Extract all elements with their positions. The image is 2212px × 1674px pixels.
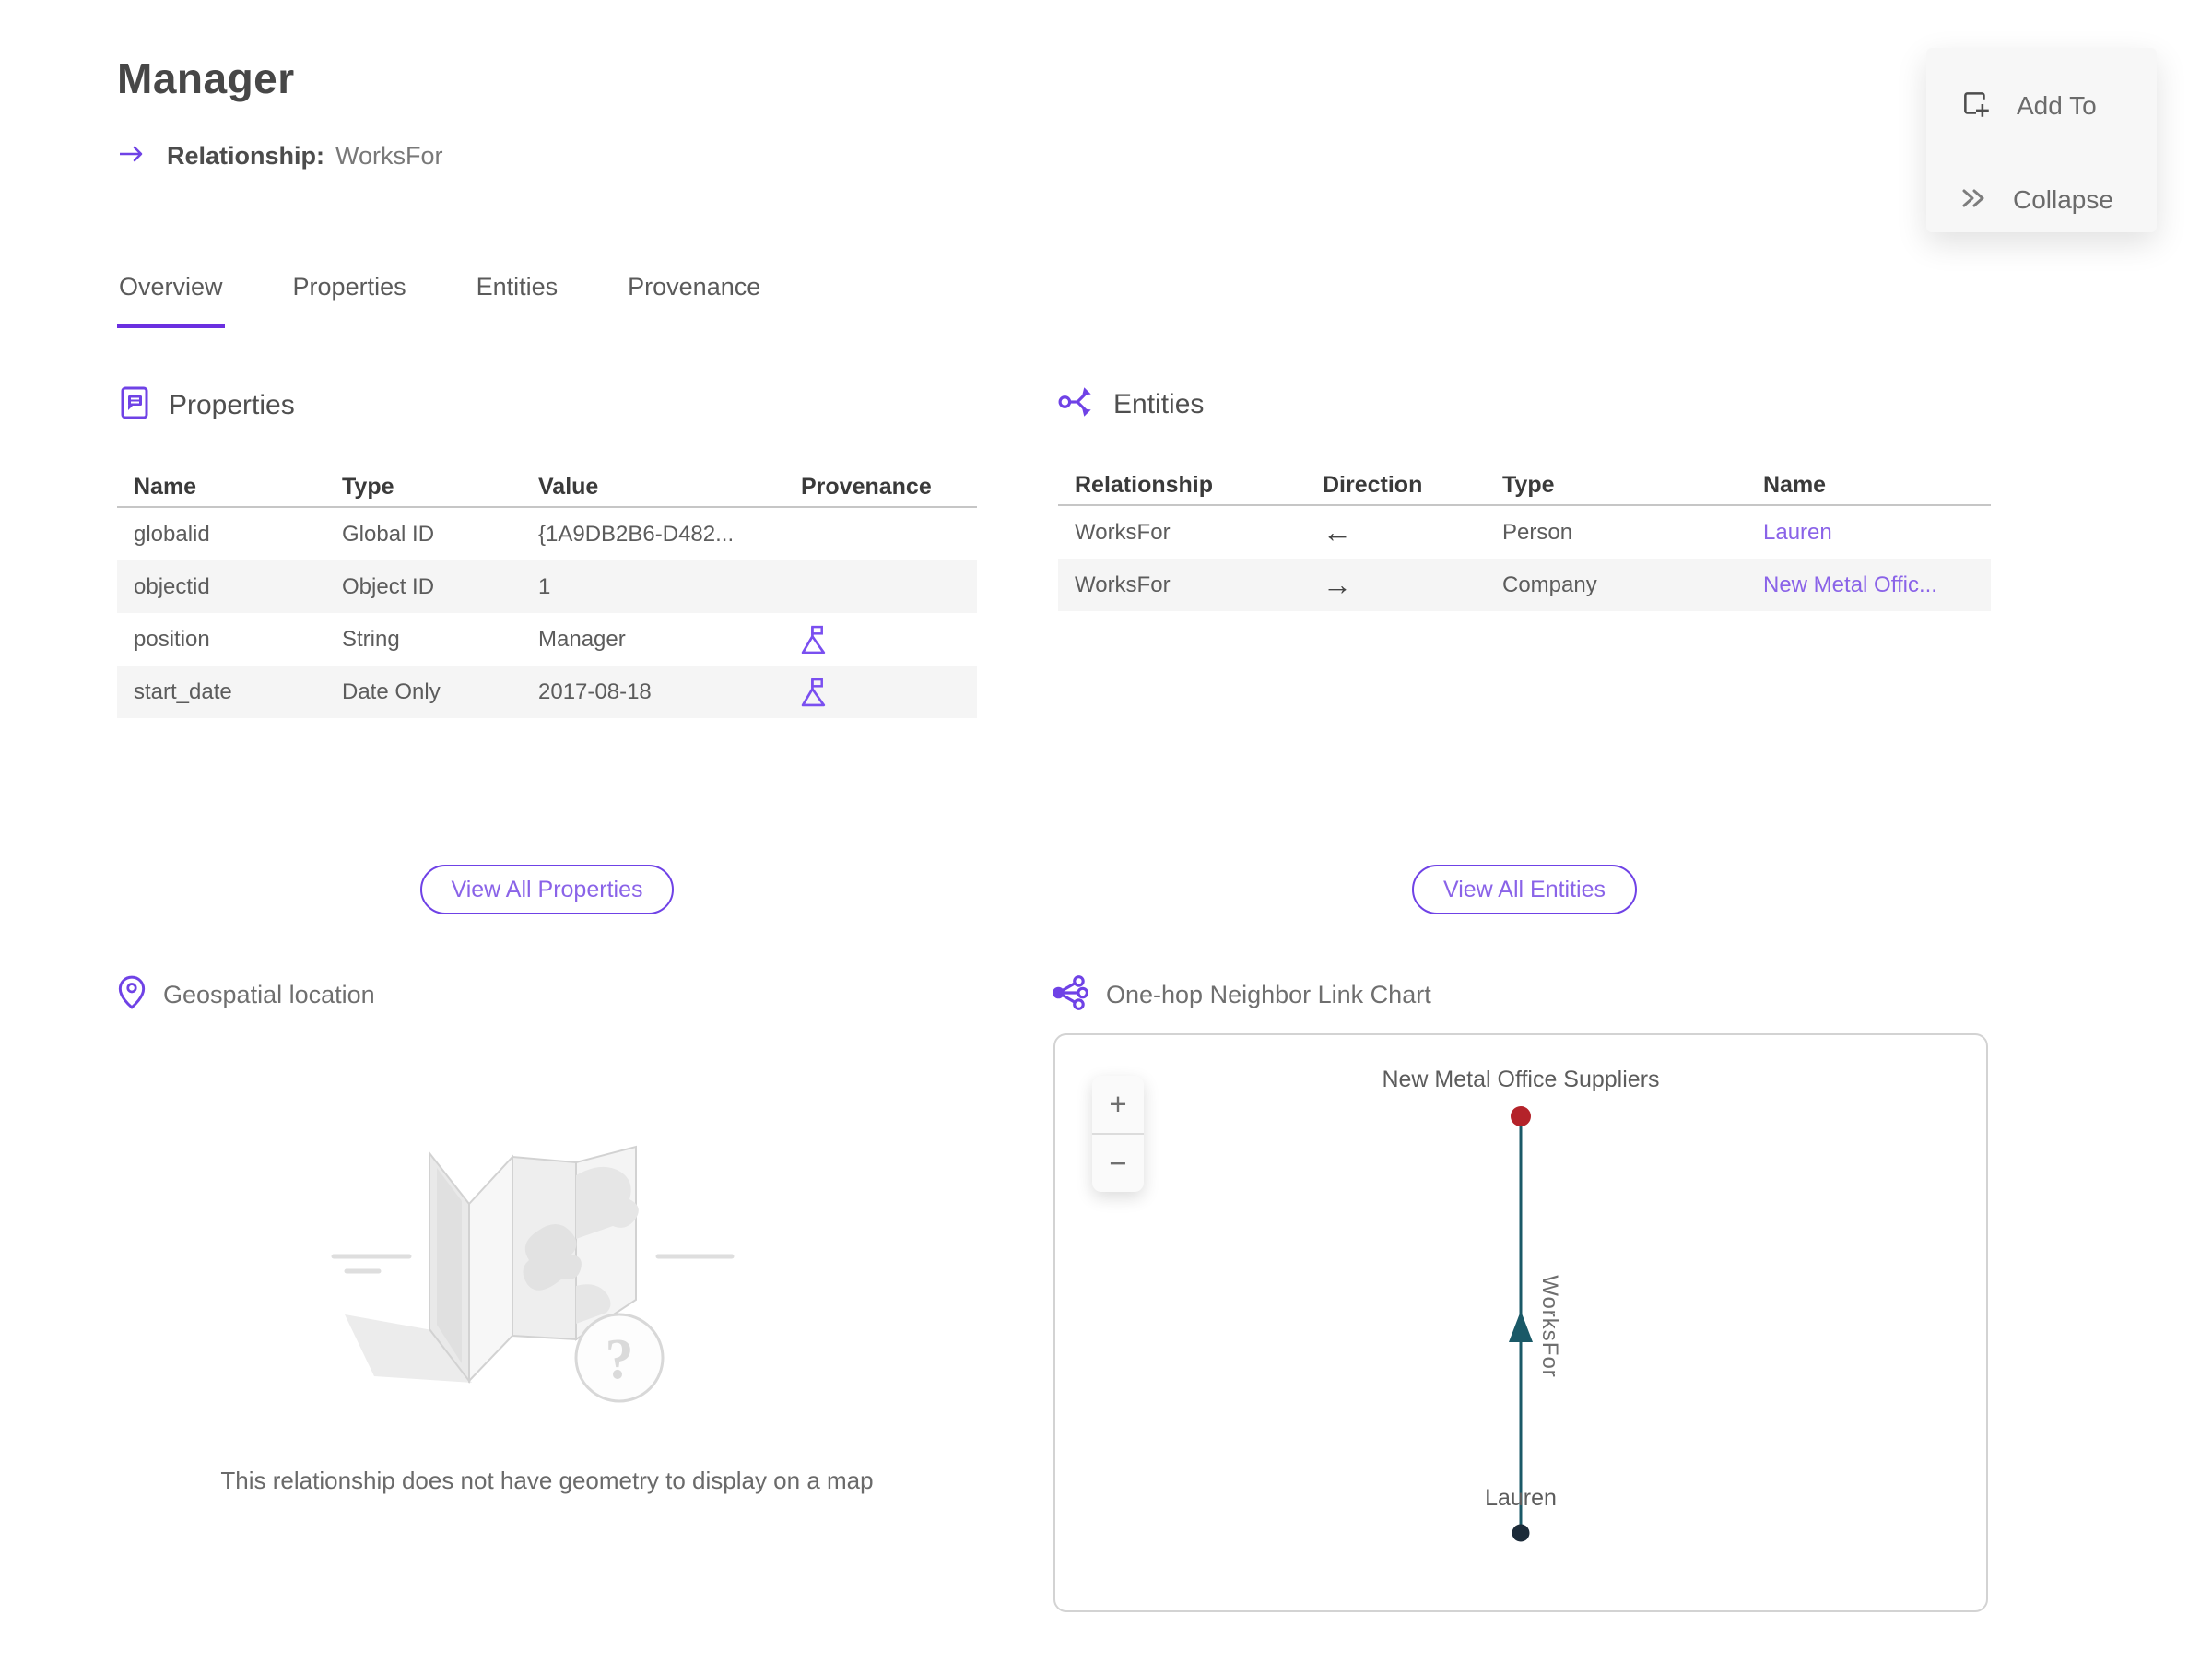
relationship-subtitle: Relationship: WorksFor: [117, 142, 443, 171]
view-all-entities-row: View All Entities: [1058, 865, 1991, 914]
properties-table-header: Name Type Value Provenance: [117, 467, 977, 508]
table-row: position String Manager: [117, 613, 977, 666]
node-label-company: New Metal Office Suppliers: [1382, 1067, 1660, 1092]
table-row: globalid Global ID {1A9DB2B6-D482...: [134, 521, 735, 547]
edge-label: WorksFor: [1537, 1275, 1562, 1378]
col-name: Name: [134, 473, 197, 500]
view-all-entities-button[interactable]: View All Entities: [1411, 865, 1637, 914]
table-row: objectid Object ID 1: [117, 560, 977, 613]
entities-table-body: WorksFor ← Person Lauren WorksFor → Comp…: [1058, 506, 1991, 611]
view-all-properties-row: View All Properties: [117, 865, 977, 914]
tab-bar: Overview Properties Entities Provenance: [117, 273, 762, 328]
entities-graph-icon: [1058, 385, 1097, 423]
link-chart-title: One-hop Neighbor Link Chart: [1106, 981, 1431, 1008]
add-to-icon: [1959, 88, 1993, 125]
collapse-label: Collapse: [2013, 185, 2113, 214]
col-name: Name: [1763, 471, 1827, 498]
relationship-arrow-icon: [117, 142, 147, 171]
col-type: Type: [1502, 471, 1555, 498]
tab-overview[interactable]: Overview: [117, 273, 225, 328]
node-dot-person[interactable]: [1512, 1524, 1530, 1542]
properties-section: Properties Name Type Value Provenance gl…: [117, 385, 977, 718]
col-direction: Direction: [1323, 471, 1423, 498]
link-chart-icon: [1051, 975, 1089, 1015]
add-to-button[interactable]: Add To: [1959, 85, 2157, 127]
col-type: Type: [342, 473, 394, 500]
relationship-label: Relationship:: [167, 142, 325, 170]
add-to-label: Add To: [2017, 91, 2097, 120]
table-row: start_date Date Only 2017-08-18: [117, 666, 977, 718]
entities-section: Entities Relationship Direction Type Nam…: [1058, 385, 1991, 611]
svg-text:?: ?: [605, 1328, 633, 1391]
properties-table: Name Type Value Provenance globalid Glob…: [117, 467, 977, 718]
double-chevron-right-icon: [1959, 186, 1989, 215]
direction-left-arrow: ←: [1323, 515, 1352, 548]
geospatial-empty-message: This relationship does not have geometry…: [220, 1467, 874, 1494]
relationship-detail-page: Manager Relationship: WorksFor Add To Co…: [0, 0, 2212, 1674]
entity-link[interactable]: New Metal Offic...: [1763, 572, 1991, 598]
entity-link[interactable]: Lauren: [1763, 520, 1991, 546]
tab-properties[interactable]: Properties: [291, 273, 408, 328]
view-all-properties-button[interactable]: View All Properties: [419, 865, 675, 914]
table-row: WorksFor ← Person Lauren: [1058, 506, 1991, 559]
properties-title: Properties: [169, 389, 295, 420]
col-provenance: Provenance: [801, 473, 932, 500]
page-title: Manager: [117, 54, 295, 102]
actions-card: Add To Collapse: [1926, 48, 2157, 232]
direction-right-arrow: →: [1323, 568, 1352, 601]
entities-table: Relationship Direction Type Name WorksFo…: [1058, 466, 1991, 611]
relationship-value: WorksFor: [335, 142, 443, 170]
entities-title: Entities: [1113, 388, 1205, 419]
zoom-in-button[interactable]: +: [1092, 1076, 1144, 1135]
geospatial-section: Geospatial location ? This relationship …: [117, 975, 977, 1495]
zoom-out-button[interactable]: −: [1092, 1135, 1144, 1192]
map-placeholder-illustration: ?: [117, 1054, 977, 1450]
tab-provenance[interactable]: Provenance: [626, 273, 762, 328]
col-value: Value: [538, 473, 599, 500]
collapse-button[interactable]: Collapse: [1959, 179, 2157, 221]
geospatial-title: Geospatial location: [163, 981, 375, 1008]
table-row: WorksFor → Company New Metal Offic...: [1058, 559, 1991, 611]
provenance-flag-icon[interactable]: [801, 677, 977, 707]
node-label-person: Lauren: [1485, 1485, 1557, 1511]
node-dot-company[interactable]: [1511, 1106, 1531, 1126]
properties-icon: [117, 385, 152, 425]
properties-table-body: globalid Global ID {1A9DB2B6-D482... obj…: [117, 508, 977, 718]
zoom-control: + −: [1092, 1076, 1144, 1192]
tab-entities[interactable]: Entities: [475, 273, 560, 328]
col-relationship: Relationship: [1075, 471, 1214, 498]
edge-arrow-up: [1509, 1311, 1533, 1347]
map-pin-icon: [117, 975, 147, 1015]
link-chart-canvas[interactable]: + − New Metal Office Suppliers WorksFor …: [1053, 1033, 1988, 1612]
link-chart-section: One-hop Neighbor Link Chart + − New Meta…: [1051, 975, 1991, 1612]
entities-table-header: Relationship Direction Type Name: [1058, 466, 1991, 506]
provenance-flag-icon[interactable]: [801, 624, 977, 654]
